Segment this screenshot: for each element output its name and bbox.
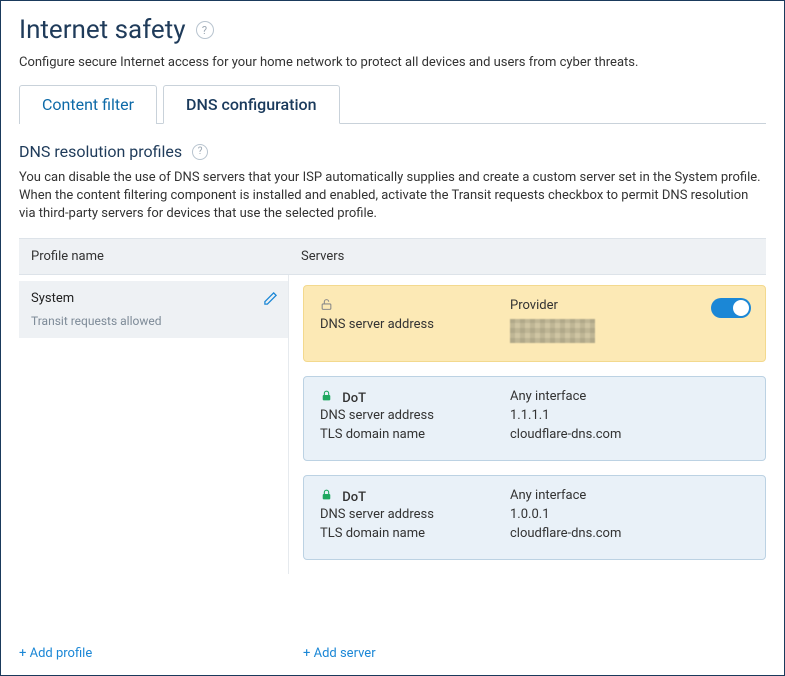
section-title: DNS resolution profiles ?	[19, 142, 766, 161]
dns-address-value: 1.1.1.1	[510, 408, 749, 423]
add-profile-link[interactable]: + Add profile	[19, 646, 289, 661]
server-card-dot-2[interactable]: DoT Any interface DNS server address 1.0…	[303, 475, 766, 560]
tab-dns-configuration[interactable]: DNS configuration	[163, 85, 340, 124]
interface-label: Any interface	[510, 488, 749, 503]
tab-content-filter[interactable]: Content filter	[19, 85, 157, 124]
column-servers: Servers	[289, 239, 766, 274]
profiles-table: Profile name Servers System Transit requ…	[19, 238, 766, 574]
page-title-text: Internet safety	[19, 15, 186, 45]
section-description: You can disable the use of DNS servers t…	[19, 169, 766, 224]
add-server-link[interactable]: + Add server	[289, 646, 376, 661]
column-profile-name: Profile name	[19, 239, 289, 274]
servers-column: Provider DNS server address DoT	[289, 275, 766, 574]
profile-subtext: Transit requests allowed	[31, 314, 276, 328]
server-card-dot-1[interactable]: DoT Any interface DNS server address 1.1…	[303, 376, 766, 461]
tls-domain-value: cloudflare-dns.com	[510, 526, 749, 541]
profile-row-system[interactable]: System Transit requests allowed	[19, 281, 288, 338]
table-header: Profile name Servers	[19, 238, 766, 275]
page-description: Configure secure Internet access for you…	[19, 55, 766, 70]
tls-domain-label: TLS domain name	[320, 526, 510, 541]
redacted-address	[510, 319, 595, 343]
section-title-text: DNS resolution profiles	[19, 142, 182, 161]
tls-domain-label: TLS domain name	[320, 427, 510, 442]
pencil-icon[interactable]	[263, 291, 278, 310]
dns-address-label: DNS server address	[320, 507, 510, 522]
dns-address-value: 1.0.0.1	[510, 507, 749, 522]
tab-bar: Content filter DNS configuration	[19, 84, 766, 124]
page-title: Internet safety ?	[19, 15, 766, 45]
dns-address-label: DNS server address	[320, 408, 510, 423]
footer-actions: + Add profile + Add server	[19, 646, 766, 661]
lock-icon	[320, 488, 333, 505]
profiles-column: System Transit requests allowed	[19, 275, 289, 574]
table-body: System Transit requests allowed	[19, 275, 766, 574]
unlock-icon	[320, 298, 333, 315]
toggle-switch[interactable]	[711, 298, 751, 318]
help-icon[interactable]: ?	[192, 144, 208, 160]
help-icon[interactable]: ?	[196, 21, 214, 39]
dns-address-label: DNS server address	[320, 317, 510, 332]
interface-label: Any interface	[510, 389, 749, 404]
tls-domain-value: cloudflare-dns.com	[510, 427, 749, 442]
settings-panel: Internet safety ? Configure secure Inter…	[0, 0, 785, 676]
server-card-provider[interactable]: Provider DNS server address	[303, 285, 766, 362]
protocol-label: DoT	[342, 391, 366, 406]
profile-name: System	[31, 291, 276, 306]
lock-icon	[320, 389, 333, 406]
protocol-label: DoT	[342, 490, 366, 505]
